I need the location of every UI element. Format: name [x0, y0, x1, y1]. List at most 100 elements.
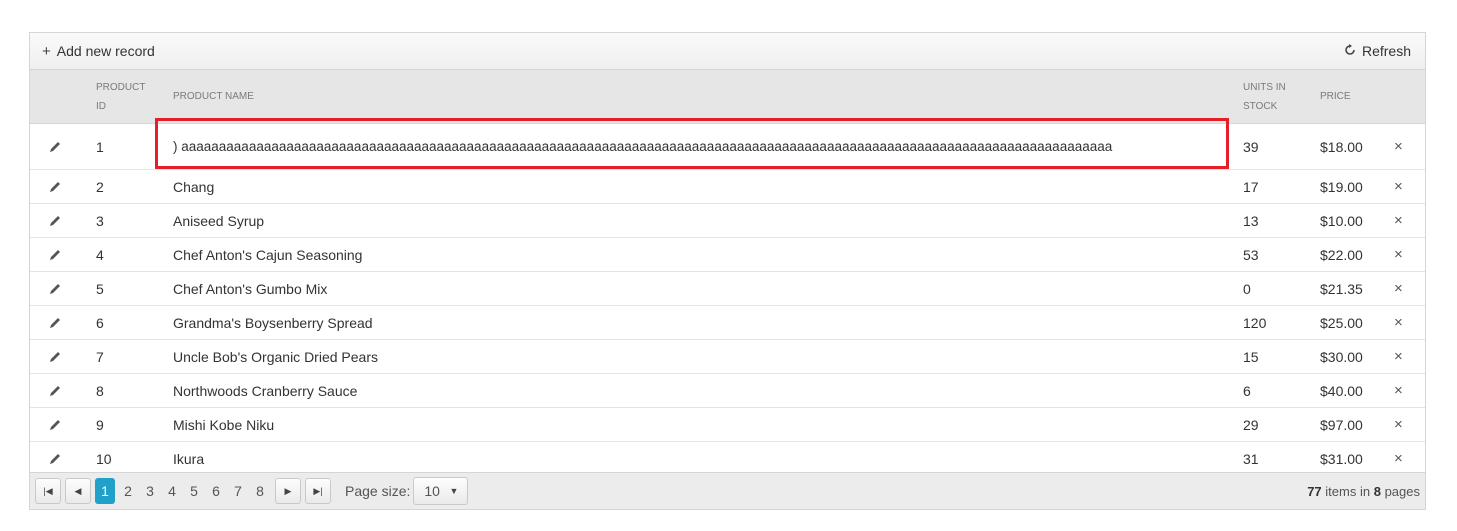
pager-info: 77 items in 8 pages	[1307, 484, 1420, 499]
cell-product-name[interactable]: Chef Anton's Cajun Seasoning	[173, 238, 1233, 271]
delete-button[interactable]: ×	[1394, 170, 1403, 203]
pencil-icon	[50, 283, 60, 294]
delete-button[interactable]: ×	[1394, 238, 1403, 271]
column-header-product-name-label: PRODUCT NAME	[173, 91, 254, 102]
edit-button[interactable]	[48, 340, 68, 373]
delete-button[interactable]: ×	[1394, 124, 1403, 169]
cell-product-name[interactable]: Chang	[173, 170, 1233, 203]
close-icon: ×	[1394, 246, 1403, 263]
total-pages-count: 8	[1373, 483, 1381, 499]
cell-product-name[interactable]: Northwoods Cranberry Sauce	[173, 374, 1233, 407]
cell-price: $21.35	[1320, 280, 1363, 297]
page-number[interactable]: 3	[139, 478, 161, 504]
product-grid: + Add new record Refresh PRODUCT ID PROD…	[29, 32, 1426, 510]
table-row: 2 Chang 17 $19.00 ×	[30, 170, 1425, 204]
cell-price: $40.00	[1320, 382, 1363, 399]
close-icon: ×	[1394, 314, 1403, 331]
close-icon: ×	[1394, 178, 1403, 195]
delete-button[interactable]: ×	[1394, 374, 1403, 407]
cell-product-id: 3	[96, 212, 104, 229]
cell-units-in-stock: 15	[1243, 348, 1259, 365]
cell-price: $31.00	[1320, 450, 1363, 467]
column-header-price[interactable]: PRICE	[1320, 70, 1351, 123]
first-page-button[interactable]: |◀	[35, 478, 61, 504]
add-new-record-button[interactable]: + Add new record	[42, 43, 155, 60]
cell-units-in-stock: 13	[1243, 212, 1259, 229]
page-number[interactable]: 6	[205, 478, 227, 504]
close-icon: ×	[1394, 416, 1403, 433]
cell-units-in-stock: 31	[1243, 450, 1259, 467]
refresh-button[interactable]: Refresh	[1344, 43, 1411, 60]
table-row: 7 Uncle Bob's Organic Dried Pears 15 $30…	[30, 340, 1425, 374]
cell-product-name[interactable]: Grandma's Boysenberry Spread	[173, 306, 1233, 339]
pager-info-end: pages	[1384, 483, 1420, 499]
refresh-label: Refresh	[1361, 43, 1411, 59]
next-page-icon: ▶	[284, 485, 292, 496]
delete-button[interactable]: ×	[1394, 408, 1403, 441]
pager-info-mid: items in	[1325, 483, 1371, 499]
delete-button[interactable]: ×	[1394, 340, 1403, 373]
delete-button[interactable]: ×	[1394, 272, 1403, 305]
close-icon: ×	[1394, 212, 1403, 229]
cell-product-id: 1	[96, 138, 104, 155]
last-page-button[interactable]: ▶|	[305, 478, 331, 504]
pencil-icon	[50, 385, 60, 396]
page-number[interactable]: 8	[249, 478, 271, 504]
grid-header: PRODUCT ID PRODUCT NAME UNITS IN STOCK P…	[30, 70, 1425, 124]
pencil-icon	[50, 215, 60, 226]
column-header-product-id[interactable]: PRODUCT ID	[96, 70, 145, 123]
column-header-product-id-line2: ID	[96, 100, 106, 112]
cell-product-id: 9	[96, 416, 104, 433]
page-number[interactable]: 5	[183, 478, 205, 504]
edit-button[interactable]	[48, 204, 68, 237]
column-header-price-label: PRICE	[1320, 91, 1351, 102]
cell-product-id: 8	[96, 382, 104, 399]
page-number[interactable]: 2	[117, 478, 139, 504]
edit-button[interactable]	[48, 170, 68, 203]
column-header-units-in-stock[interactable]: UNITS IN STOCK	[1243, 70, 1286, 123]
table-row: 4 Chef Anton's Cajun Seasoning 53 $22.00…	[30, 238, 1425, 272]
close-icon: ×	[1394, 382, 1403, 399]
edit-button[interactable]	[48, 408, 68, 441]
table-row: 9 Mishi Kobe Niku 29 $97.00 ×	[30, 408, 1425, 442]
column-header-units-line2: STOCK	[1243, 100, 1278, 112]
delete-button[interactable]: ×	[1394, 442, 1403, 475]
cell-product-name[interactable]: Uncle Bob's Organic Dried Pears	[173, 340, 1233, 373]
edit-button[interactable]	[48, 442, 68, 475]
chevron-down-icon: ▼	[449, 486, 459, 496]
page-number-current[interactable]: 1	[95, 478, 115, 504]
cell-units-in-stock: 29	[1243, 416, 1259, 433]
delete-button[interactable]: ×	[1394, 204, 1403, 237]
refresh-icon	[1344, 43, 1356, 60]
previous-page-icon: ◀	[74, 485, 82, 496]
edit-button[interactable]	[48, 238, 68, 271]
edit-button[interactable]	[48, 124, 68, 169]
pencil-icon	[50, 249, 60, 260]
pencil-icon	[50, 317, 60, 328]
column-header-product-name[interactable]: PRODUCT NAME	[173, 70, 254, 123]
cell-product-name[interactable]: Aniseed Syrup	[173, 204, 1233, 237]
page-size-value: 10	[424, 483, 440, 499]
edit-button[interactable]	[48, 374, 68, 407]
cell-price: $10.00	[1320, 212, 1363, 229]
page-size-dropdown[interactable]: 10 ▼	[413, 477, 469, 505]
cell-product-name[interactable]: Chef Anton's Gumbo Mix	[173, 272, 1233, 305]
page-number[interactable]: 4	[161, 478, 183, 504]
previous-page-button[interactable]: ◀	[65, 478, 91, 504]
cell-product-name[interactable]: Mishi Kobe Niku	[173, 408, 1233, 441]
total-items-count: 77	[1307, 483, 1322, 499]
cell-product-name[interactable]: Ikura	[173, 442, 1233, 475]
delete-button[interactable]: ×	[1394, 306, 1403, 339]
cell-units-in-stock: 39	[1243, 138, 1259, 155]
cell-units-in-stock: 0	[1243, 280, 1251, 297]
next-page-button[interactable]: ▶	[275, 478, 301, 504]
edit-button[interactable]	[48, 272, 68, 305]
cell-units-in-stock: 6	[1243, 382, 1251, 399]
cell-product-name[interactable]: ) aaaaaaaaaaaaaaaaaaaaaaaaaaaaaaaaaaaaaa…	[173, 124, 1233, 169]
page-number[interactable]: 7	[227, 478, 249, 504]
edit-button[interactable]	[48, 306, 68, 339]
close-icon: ×	[1394, 348, 1403, 365]
table-row: 1 ) aaaaaaaaaaaaaaaaaaaaaaaaaaaaaaaaaaaa…	[30, 124, 1425, 170]
column-header-product-id-line1: PRODUCT	[96, 81, 146, 93]
table-row: 10 Ikura 31 $31.00 ×	[30, 442, 1425, 476]
